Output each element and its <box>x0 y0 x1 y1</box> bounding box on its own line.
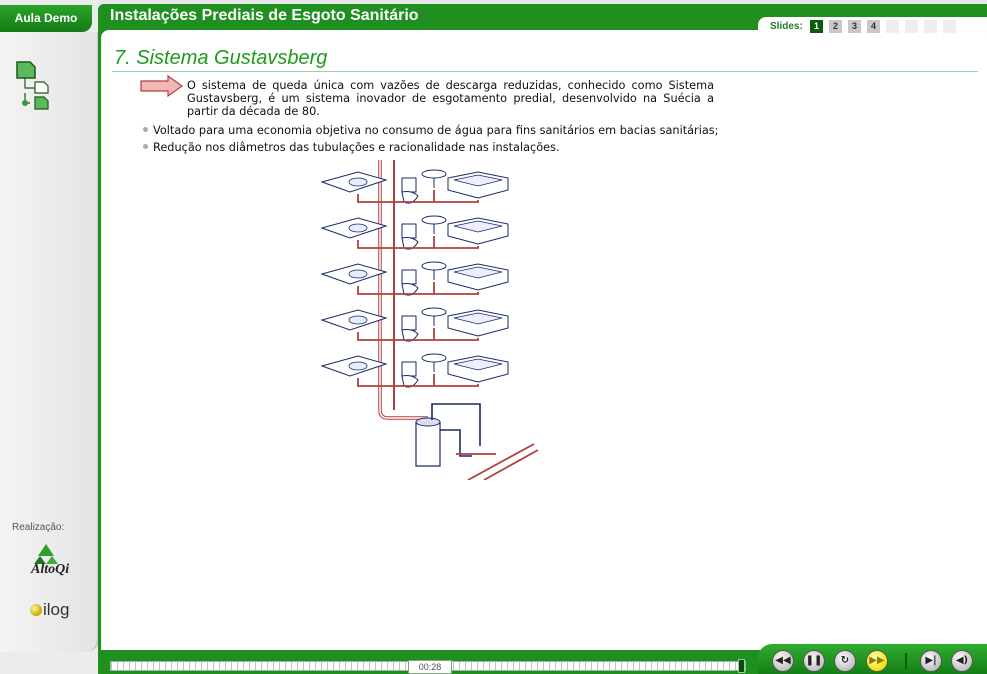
replay-icon[interactable]: ↻ <box>834 650 856 672</box>
sink-basin <box>348 177 368 187</box>
altoqi-logo-text: AltoQi <box>31 562 70 577</box>
fast-forward-icon[interactable]: ▶▶ <box>866 650 888 672</box>
bullet-dot-icon <box>143 144 148 149</box>
toilet-tank <box>401 361 417 377</box>
bullet-dot-icon <box>143 127 148 132</box>
sink-basin <box>348 223 368 233</box>
arrow-bullet-icon <box>140 75 184 97</box>
slide-button-7[interactable]: 7 <box>924 20 937 33</box>
sidebar-tab-label[interactable]: Aula Demo <box>0 5 92 32</box>
pause-icon[interactable]: ❚❚ <box>803 650 825 672</box>
slide-button-2[interactable]: 2 <box>829 20 842 33</box>
sink-basin <box>348 361 368 371</box>
rewind-icon[interactable]: ◀◀ <box>772 650 794 672</box>
tank-top <box>415 417 441 427</box>
tree-page-icon[interactable] <box>14 60 74 120</box>
timeline-playhead[interactable] <box>738 659 745 673</box>
washbasin <box>421 261 447 271</box>
slides-label: Slides: <box>770 21 803 32</box>
bullet-text: Redução nos diâmetros das tubulações e r… <box>153 141 560 154</box>
sink-basin <box>348 315 368 325</box>
time-display: 00:28 <box>408 660 452 674</box>
controls-divider <box>905 653 907 669</box>
bullet-text: Voltado para uma economia objetiva no co… <box>153 124 719 137</box>
ilog-logo-text: ilog <box>43 600 70 619</box>
page-title: Instalações Prediais de Esgoto Sanitário <box>110 7 419 24</box>
washbasin <box>421 169 447 179</box>
ilog-logo: ilog <box>30 600 69 620</box>
toilet-tank <box>401 223 417 239</box>
volume-icon[interactable]: ◀) <box>951 650 973 672</box>
credit-label: Realização: <box>12 522 65 533</box>
sidebar: Aula Demo Realização: AltoQi ilog <box>0 0 100 674</box>
slide-button-5[interactable]: 5 <box>886 20 899 33</box>
washbasin <box>421 307 447 317</box>
bullet-item: Redução nos diâmetros das tubulações e r… <box>143 141 560 154</box>
sink-basin <box>348 269 368 279</box>
slide-heading: 7. Sistema Gustavsberg <box>114 47 328 69</box>
slide-content <box>101 30 987 650</box>
intro-paragraph: O sistema de queda única com vazões de d… <box>187 79 714 118</box>
slide-button-1[interactable]: 1 <box>810 20 823 33</box>
toilet-tank <box>401 315 417 331</box>
heading-divider <box>112 71 978 72</box>
washbasin <box>421 215 447 225</box>
ilog-dot-icon <box>30 604 42 616</box>
skip-end-icon[interactable]: ▶| <box>920 650 942 672</box>
bullet-item: Voltado para uma economia objetiva no co… <box>143 124 718 137</box>
toilet-tank <box>401 177 417 193</box>
slide-button-6[interactable]: 6 <box>905 20 918 33</box>
toilet-tank <box>401 269 417 285</box>
slide-button-4[interactable]: 4 <box>867 20 880 33</box>
plumbing-diagram <box>320 160 539 480</box>
slide-button-8[interactable]: 8 <box>943 20 956 33</box>
sewer-main <box>456 443 539 480</box>
washbasin <box>421 353 447 363</box>
tank-body <box>415 421 441 467</box>
slide-button-3[interactable]: 3 <box>848 20 861 33</box>
